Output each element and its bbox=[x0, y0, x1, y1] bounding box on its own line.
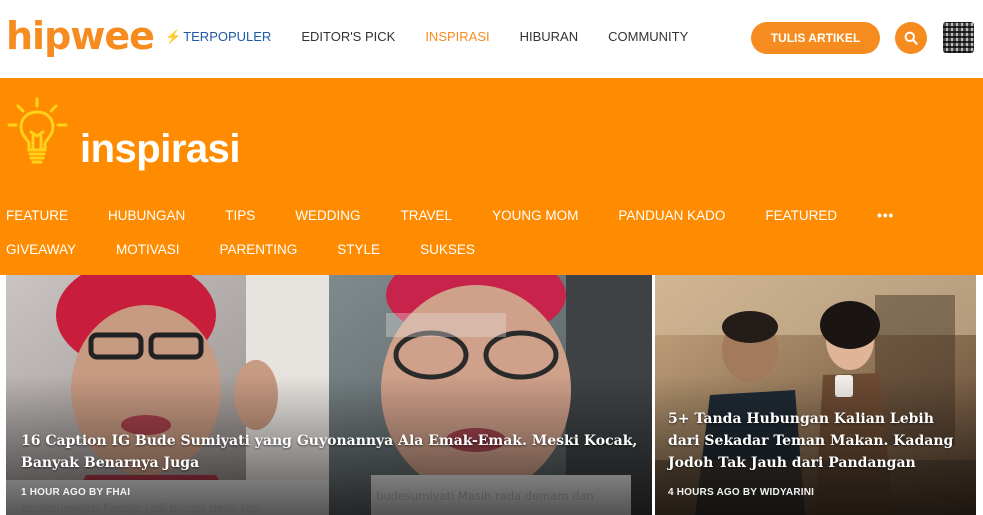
qr-avatar-icon[interactable] bbox=[943, 22, 974, 53]
subnav-feature[interactable]: FEATURE bbox=[6, 207, 68, 225]
more-icon[interactable]: ••• bbox=[877, 207, 894, 225]
side-article-card[interactable]: 5+ Tanda Hubungan Kalian Lebih dari Seka… bbox=[655, 275, 976, 515]
subnav-featured[interactable]: FEATURED bbox=[765, 207, 837, 225]
nav-hiburan[interactable]: HIBURAN bbox=[520, 28, 579, 46]
article-title[interactable]: 16 Caption IG Bude Sumiyati yang Guyonan… bbox=[21, 430, 641, 474]
nav-editors-pick[interactable]: EDITOR'S PICK bbox=[301, 28, 395, 46]
subnav-sukses[interactable]: SUKSES bbox=[420, 241, 475, 259]
category-banner: inspirasi FEATURE HUBUNGAN TIPS WEDDING … bbox=[0, 78, 983, 275]
main-nav: ⚡ TERPOPULER EDITOR'S PICK INSPIRASI HIBU… bbox=[165, 28, 718, 46]
search-button[interactable] bbox=[895, 22, 927, 54]
subnav-travel[interactable]: TRAVEL bbox=[401, 207, 453, 225]
subnav-parenting[interactable]: PARENTING bbox=[220, 241, 298, 259]
photo-caption-left: budesumiyati Pengin jadi bunga desa tapi bbox=[21, 501, 263, 515]
nav-inspirasi[interactable]: INSPIRASI bbox=[425, 28, 489, 46]
subnav-young-mom[interactable]: YOUNG MOM bbox=[492, 207, 578, 225]
article-title[interactable]: 5+ Tanda Hubungan Kalian Lebih dari Seka… bbox=[668, 408, 958, 474]
write-article-button[interactable]: TULIS ARTIKEL bbox=[751, 22, 880, 54]
subcategory-nav-row2: GIVEAWAY MOTIVASI PARENTING STYLE SUKSES bbox=[6, 241, 981, 259]
subnav-panduan-kado[interactable]: PANDUAN KADO bbox=[618, 207, 725, 225]
article-meta: 4 HOURS AGO BY WIDYARINI bbox=[668, 487, 815, 498]
subcategory-nav-row1: FEATURE HUBUNGAN TIPS WEDDING TRAVEL YOU… bbox=[6, 207, 981, 225]
nav-community[interactable]: COMMUNITY bbox=[608, 28, 688, 46]
lightning-icon: ⚡ bbox=[165, 29, 182, 44]
hipwee-logo[interactable]: hipwee bbox=[6, 14, 155, 58]
subnav-motivasi[interactable]: MOTIVASI bbox=[116, 241, 180, 259]
top-navbar: hipwee ⚡ TERPOPULER EDITOR'S PICK INSPIRA… bbox=[0, 0, 983, 78]
category-title: inspirasi bbox=[80, 127, 241, 171]
subnav-hubungan[interactable]: HUBUNGAN bbox=[108, 207, 185, 225]
subnav-wedding[interactable]: WEDDING bbox=[295, 207, 360, 225]
lightbulb-icon bbox=[7, 97, 68, 164]
search-icon bbox=[904, 31, 918, 45]
subnav-style[interactable]: STYLE bbox=[337, 241, 380, 259]
subnav-giveaway[interactable]: GIVEAWAY bbox=[6, 241, 76, 259]
nav-terpopuler[interactable]: ⚡ TERPOPULER bbox=[165, 28, 271, 46]
photo-caption-right: budesumiyati Masih rada demam dan bbox=[376, 489, 594, 503]
subnav-tips[interactable]: TIPS bbox=[225, 207, 255, 225]
article-meta: 1 HOUR AGO BY FHAI bbox=[21, 487, 131, 498]
featured-article-card[interactable]: budesumiyati Pengin jadi bunga desa tapi… bbox=[6, 275, 652, 515]
